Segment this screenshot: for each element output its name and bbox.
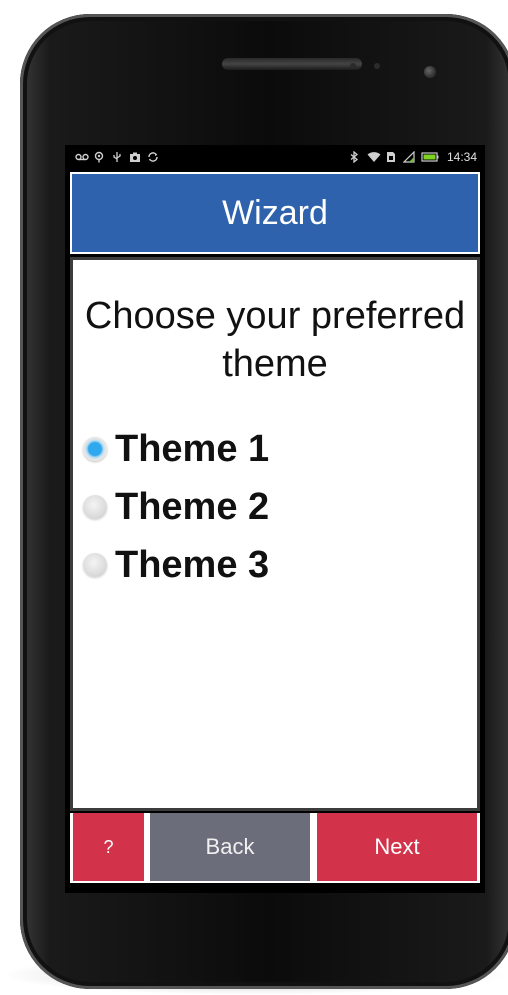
wizard-footer: ? Back Next	[70, 813, 480, 883]
question-prompt: Choose your preferred theme	[84, 295, 466, 385]
status-bar: 14:34	[65, 145, 485, 169]
radio-button[interactable]	[83, 495, 107, 519]
theme-option-label: Theme 2	[115, 485, 270, 528]
camera-icon	[129, 151, 141, 163]
next-button[interactable]: Next	[317, 813, 477, 881]
theme-option-1[interactable]: Theme 1	[83, 420, 473, 478]
help-button[interactable]: ?	[73, 813, 144, 881]
theme-option-label: Theme 3	[115, 543, 270, 586]
back-button[interactable]: Back	[150, 813, 310, 881]
theme-options: Theme 1 Theme 2 Theme 3	[83, 420, 473, 594]
app-title: Wizard	[222, 193, 328, 232]
bluetooth-icon	[349, 151, 361, 163]
location-icon	[93, 151, 105, 163]
sim-icon	[385, 151, 397, 163]
signal-icon	[402, 151, 415, 163]
wifi-icon	[367, 151, 381, 163]
radio-button[interactable]	[83, 553, 107, 577]
earpiece-grille	[222, 58, 362, 70]
app-header: Wizard	[70, 172, 480, 254]
front-camera	[424, 66, 436, 78]
stage: 14:34 Wizard Choose your preferred theme…	[0, 0, 508, 995]
status-right-icons: 14:34	[349, 149, 477, 165]
theme-option-2[interactable]: Theme 2	[83, 478, 473, 536]
wizard-content: Choose your preferred theme Theme 1 Them…	[70, 257, 480, 811]
radio-button-selected[interactable]	[83, 437, 107, 461]
status-clock: 14:34	[446, 150, 477, 164]
sync-icon	[147, 151, 159, 163]
battery-icon	[421, 151, 439, 163]
theme-option-label: Theme 1	[115, 427, 270, 470]
sensor-dot	[374, 63, 380, 69]
voicemail-icon	[75, 151, 89, 163]
phone-screen: 14:34 Wizard Choose your preferred theme…	[65, 145, 485, 893]
theme-option-3[interactable]: Theme 3	[83, 536, 473, 594]
status-left-icons	[75, 149, 159, 165]
sensor-dot	[350, 63, 356, 69]
usb-icon	[111, 151, 123, 163]
